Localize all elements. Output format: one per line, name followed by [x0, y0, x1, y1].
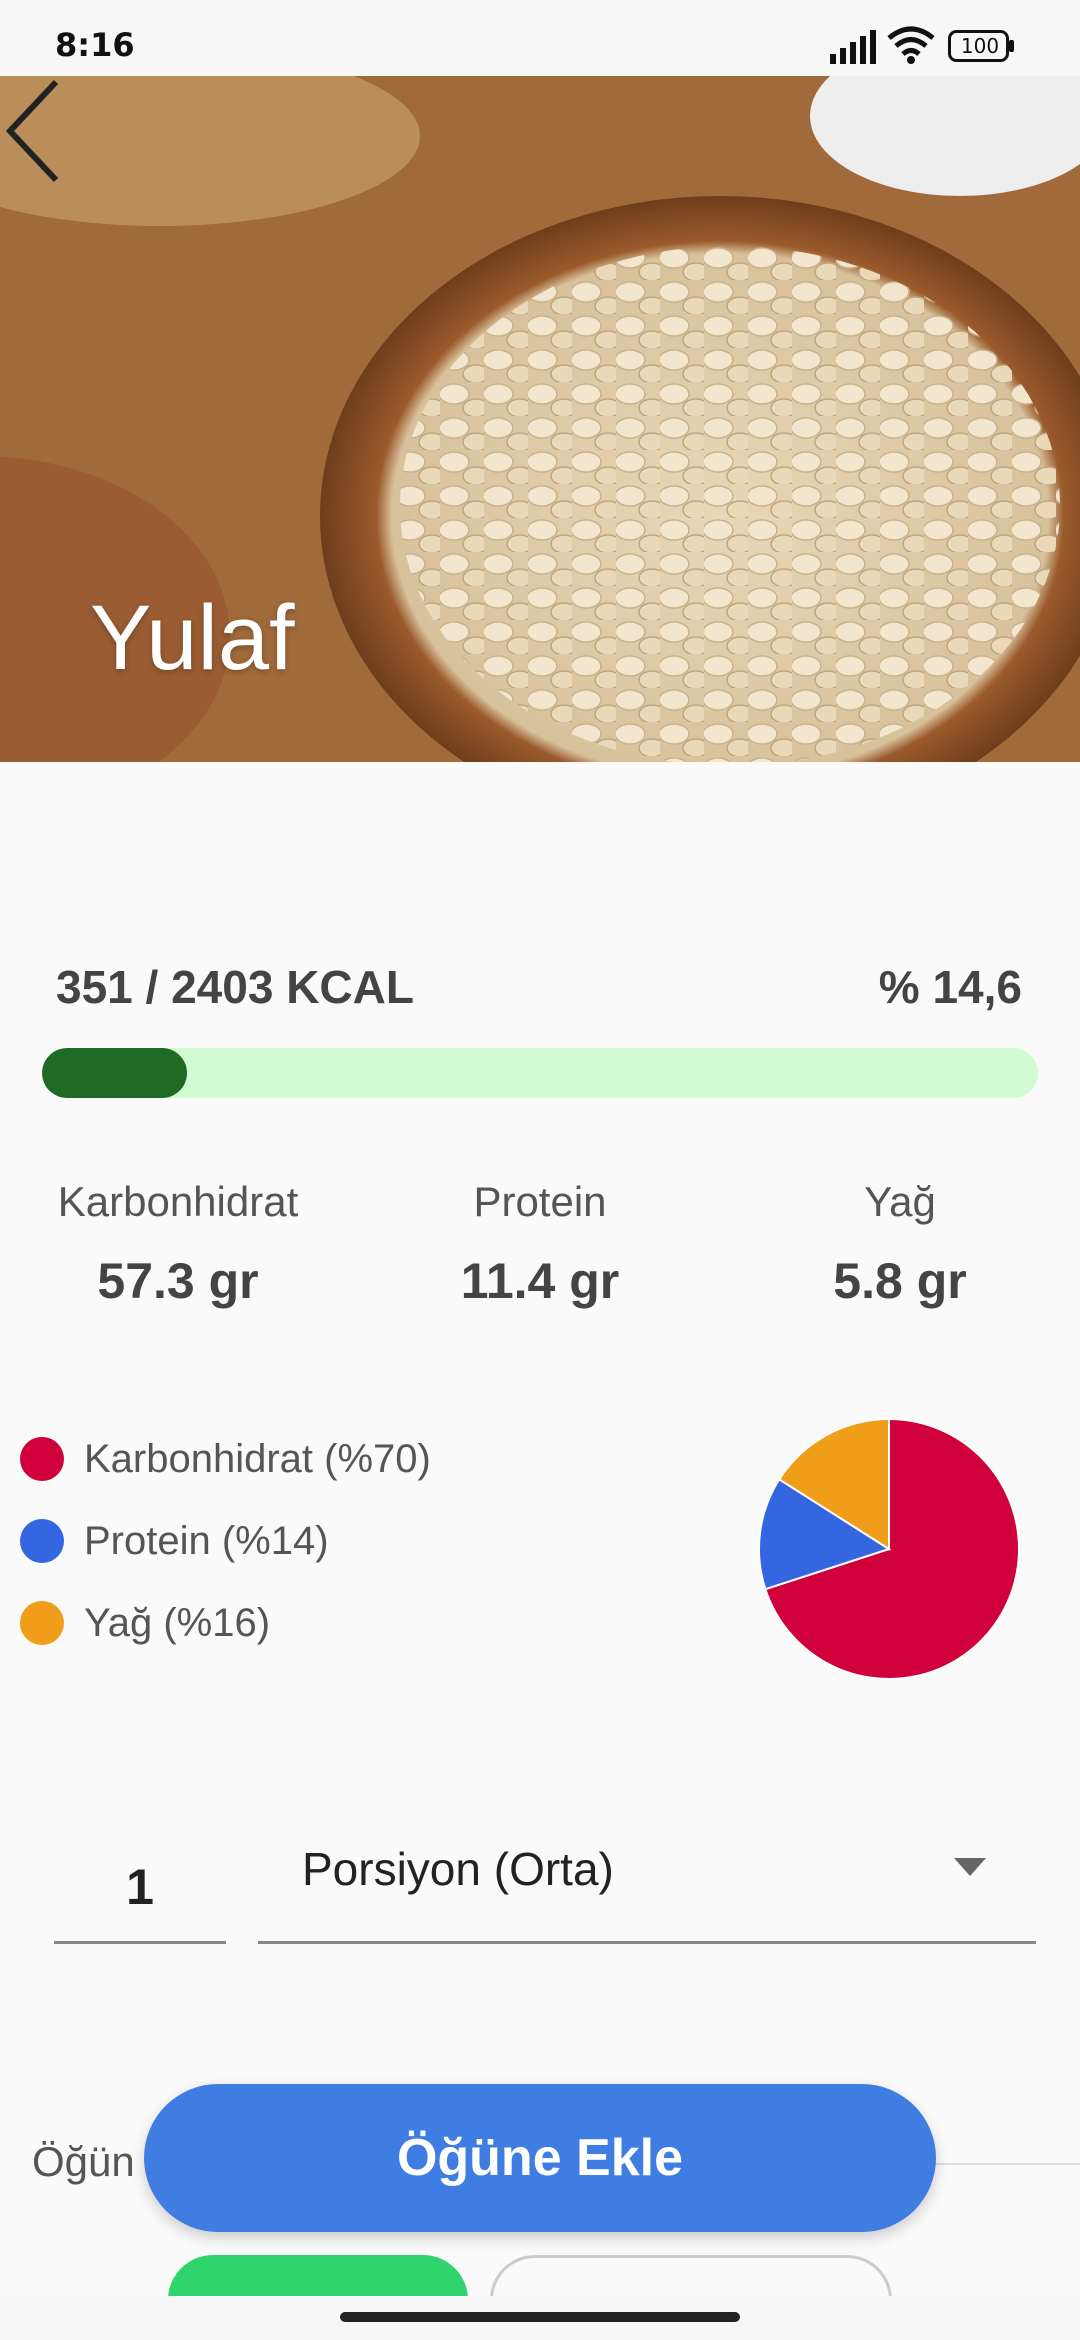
legend-item-protein: Protein (%14)	[20, 1500, 431, 1582]
status-bar: 8:16 100	[0, 0, 1080, 76]
macro-fat: Yağ 5.8 gr	[740, 1178, 1060, 1310]
portion-value: Porsiyon (Orta)	[302, 1843, 614, 1895]
legend-dot	[20, 1601, 64, 1645]
legend-label: Protein (%14)	[84, 1518, 329, 1563]
macro-label: Karbonhidrat	[57, 1178, 299, 1225]
triangle-down-icon	[954, 1858, 986, 1876]
macro-value: 5.8 gr	[833, 1253, 967, 1309]
macro-carbs: Karbonhidrat 57.3 gr	[18, 1178, 338, 1310]
calorie-progress-fill	[42, 1048, 188, 1098]
macro-label: Protein	[473, 1178, 607, 1225]
chevron-left-icon[interactable]	[0, 76, 70, 186]
macro-value: 57.3 gr	[97, 1253, 259, 1309]
macro-label: Yağ	[864, 1178, 936, 1225]
macro-protein: Protein 11.4 gr	[380, 1178, 700, 1310]
calorie-percent: % 14,6	[878, 961, 1022, 1013]
food-title: Yulaf	[90, 587, 295, 689]
portion-dropdown[interactable]: Porsiyon (Orta)	[258, 1838, 1036, 1944]
chart-legend: Karbonhidrat (%70) Protein (%14) Yağ (%1…	[20, 1418, 431, 1664]
signal-icon	[830, 30, 876, 64]
quantity-input[interactable]: 1	[54, 1838, 226, 1944]
quantity-value: 1	[126, 1859, 154, 1915]
macro-value: 11.4 gr	[460, 1253, 620, 1309]
status-time: 8:16	[55, 26, 135, 64]
add-to-meal-button[interactable]: Öğüne Ekle	[144, 2084, 936, 2232]
macro-pie-chart	[758, 1418, 1020, 1680]
legend-dot	[20, 1519, 64, 1563]
legend-item-fat: Yağ (%16)	[20, 1582, 431, 1664]
food-image: Yulaf	[0, 76, 1080, 762]
calorie-summary: 351 / 2403 KCAL	[56, 961, 414, 1013]
home-indicator[interactable]	[340, 2312, 740, 2322]
legend-dot	[20, 1437, 64, 1481]
wifi-icon	[887, 26, 935, 64]
legend-label: Karbonhidrat (%70)	[84, 1436, 431, 1481]
legend-label: Yağ (%16)	[84, 1600, 271, 1645]
meal-label: Öğün	[32, 2138, 135, 2185]
battery-level: 100	[960, 34, 1000, 58]
legend-item-carbs: Karbonhidrat (%70)	[20, 1418, 431, 1500]
calorie-progress-bar	[42, 1048, 1038, 1098]
